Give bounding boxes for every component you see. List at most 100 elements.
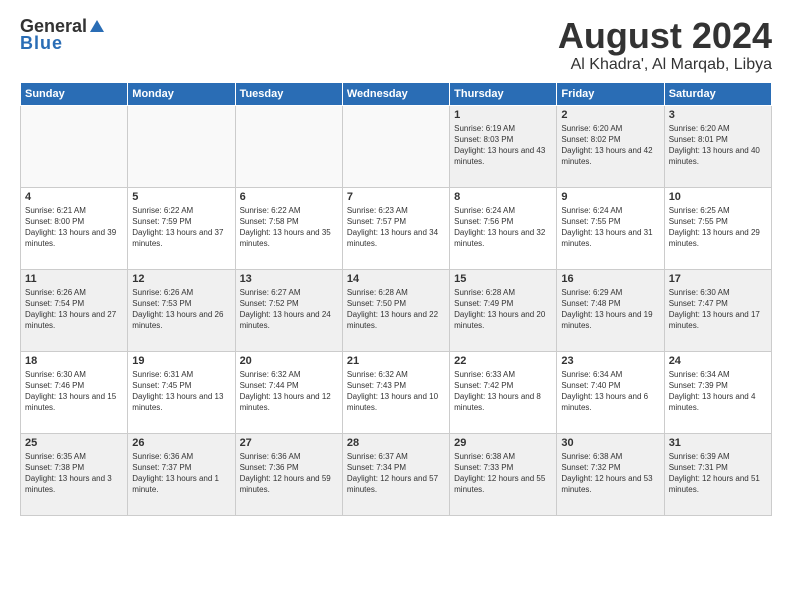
day-info: Sunrise: 6:30 AMSunset: 7:46 PMDaylight:… <box>25 369 123 414</box>
day-number: 17 <box>669 273 767 285</box>
day-number: 24 <box>669 355 767 367</box>
day-info: Sunrise: 6:39 AMSunset: 7:31 PMDaylight:… <box>669 451 767 496</box>
day-number: 16 <box>561 273 659 285</box>
day-info: Sunrise: 6:24 AMSunset: 7:55 PMDaylight:… <box>561 205 659 250</box>
calendar-cell: 4 Sunrise: 6:21 AMSunset: 8:00 PMDaylight… <box>21 187 128 269</box>
day-number: 23 <box>561 355 659 367</box>
calendar-cell: 8 Sunrise: 6:24 AMSunset: 7:56 PMDaylight… <box>450 187 557 269</box>
calendar-cell: 14 Sunrise: 6:28 AMSunset: 7:50 PMDayligh… <box>342 269 449 351</box>
col-friday: Friday <box>557 82 664 105</box>
calendar-cell: 16 Sunrise: 6:29 AMSunset: 7:48 PMDayligh… <box>557 269 664 351</box>
day-number: 28 <box>347 437 445 449</box>
day-number: 29 <box>454 437 552 449</box>
day-number: 10 <box>669 191 767 203</box>
day-number: 26 <box>132 437 230 449</box>
day-number: 1 <box>454 109 552 121</box>
day-info: Sunrise: 6:20 AMSunset: 8:01 PMDaylight:… <box>669 123 767 168</box>
day-info: Sunrise: 6:20 AMSunset: 8:02 PMDaylight:… <box>561 123 659 168</box>
day-number: 18 <box>25 355 123 367</box>
month-title: August 2024 <box>558 16 772 56</box>
day-number: 4 <box>25 191 123 203</box>
calendar-cell: 21 Sunrise: 6:32 AMSunset: 7:43 PMDayligh… <box>342 351 449 433</box>
calendar-week-row-2: 11 Sunrise: 6:26 AMSunset: 7:54 PMDayligh… <box>21 269 772 351</box>
calendar-cell: 30 Sunrise: 6:38 AMSunset: 7:32 PMDayligh… <box>557 433 664 515</box>
day-number: 2 <box>561 109 659 121</box>
calendar-cell: 13Sunrise: 6:27 AMSunset: 7:52 PMDayligh… <box>235 269 342 351</box>
day-info: Sunrise: 6:38 AMSunset: 7:32 PMDaylight:… <box>561 451 659 496</box>
calendar-week-row-4: 25 Sunrise: 6:35 AMSunset: 7:38 PMDayligh… <box>21 433 772 515</box>
col-thursday: Thursday <box>450 82 557 105</box>
location-title: Al Khadra', Al Marqab, Libya <box>558 56 772 74</box>
calendar-week-row-0: 1 Sunrise: 6:19 AMSunset: 8:03 PMDaylight… <box>21 105 772 187</box>
day-number: 11 <box>25 273 123 285</box>
calendar-week-row-3: 18 Sunrise: 6:30 AMSunset: 7:46 PMDayligh… <box>21 351 772 433</box>
day-info: Sunrise: 6:22 AMSunset: 7:58 PMDaylight:… <box>240 205 338 250</box>
calendar-header-row: Sunday Monday Tuesday Wednesday Thursday… <box>21 82 772 105</box>
day-number: 6 <box>240 191 338 203</box>
logo: General Blue <box>20 16 107 54</box>
calendar-cell: 25 Sunrise: 6:35 AMSunset: 7:38 PMDayligh… <box>21 433 128 515</box>
calendar-cell: 29 Sunrise: 6:38 AMSunset: 7:33 PMDayligh… <box>450 433 557 515</box>
day-number: 22 <box>454 355 552 367</box>
calendar-cell: 7Sunrise: 6:23 AMSunset: 7:57 PMDaylight… <box>342 187 449 269</box>
day-info: Sunrise: 6:21 AMSunset: 8:00 PMDaylight:… <box>25 205 123 250</box>
day-info: Sunrise: 6:28 AMSunset: 7:50 PMDaylight:… <box>347 287 445 332</box>
title-block: August 2024 Al Khadra', Al Marqab, Libya <box>558 16 772 74</box>
calendar-cell: 28Sunrise: 6:37 AMSunset: 7:34 PMDayligh… <box>342 433 449 515</box>
calendar-cell: 6 Sunrise: 6:22 AMSunset: 7:58 PMDaylight… <box>235 187 342 269</box>
day-number: 7 <box>347 191 445 203</box>
day-number: 14 <box>347 273 445 285</box>
calendar-cell: 17 Sunrise: 6:30 AMSunset: 7:47 PMDayligh… <box>664 269 771 351</box>
day-info: Sunrise: 6:29 AMSunset: 7:48 PMDaylight:… <box>561 287 659 332</box>
day-number: 5 <box>132 191 230 203</box>
calendar-cell: 23 Sunrise: 6:34 AMSunset: 7:40 PMDayligh… <box>557 351 664 433</box>
day-number: 25 <box>25 437 123 449</box>
day-number: 13 <box>240 273 338 285</box>
calendar-cell: 18 Sunrise: 6:30 AMSunset: 7:46 PMDayligh… <box>21 351 128 433</box>
calendar-cell: 31Sunrise: 6:39 AMSunset: 7:31 PMDayligh… <box>664 433 771 515</box>
calendar-cell <box>128 105 235 187</box>
logo-icon <box>88 18 106 36</box>
day-number: 20 <box>240 355 338 367</box>
calendar-cell: 12Sunrise: 6:26 AMSunset: 7:53 PMDayligh… <box>128 269 235 351</box>
day-info: Sunrise: 6:36 AMSunset: 7:36 PMDaylight:… <box>240 451 338 496</box>
day-info: Sunrise: 6:34 AMSunset: 7:39 PMDaylight:… <box>669 369 767 414</box>
day-info: Sunrise: 6:28 AMSunset: 7:49 PMDaylight:… <box>454 287 552 332</box>
day-info: Sunrise: 6:34 AMSunset: 7:40 PMDaylight:… <box>561 369 659 414</box>
calendar-cell: 22 Sunrise: 6:33 AMSunset: 7:42 PMDayligh… <box>450 351 557 433</box>
day-number: 9 <box>561 191 659 203</box>
day-number: 3 <box>669 109 767 121</box>
day-info: Sunrise: 6:32 AMSunset: 7:44 PMDaylight:… <box>240 369 338 414</box>
col-tuesday: Tuesday <box>235 82 342 105</box>
day-info: Sunrise: 6:25 AMSunset: 7:55 PMDaylight:… <box>669 205 767 250</box>
day-number: 30 <box>561 437 659 449</box>
day-number: 19 <box>132 355 230 367</box>
header: General Blue August 2024 Al Khadra', Al … <box>20 16 772 74</box>
calendar-cell: 15Sunrise: 6:28 AMSunset: 7:49 PMDayligh… <box>450 269 557 351</box>
day-number: 27 <box>240 437 338 449</box>
day-info: Sunrise: 6:32 AMSunset: 7:43 PMDaylight:… <box>347 369 445 414</box>
day-info: Sunrise: 6:31 AMSunset: 7:45 PMDaylight:… <box>132 369 230 414</box>
day-number: 21 <box>347 355 445 367</box>
calendar-table: Sunday Monday Tuesday Wednesday Thursday… <box>20 82 772 516</box>
day-info: Sunrise: 6:33 AMSunset: 7:42 PMDaylight:… <box>454 369 552 414</box>
calendar-cell: 11 Sunrise: 6:26 AMSunset: 7:54 PMDayligh… <box>21 269 128 351</box>
calendar-week-row-1: 4 Sunrise: 6:21 AMSunset: 8:00 PMDaylight… <box>21 187 772 269</box>
calendar-cell: 1 Sunrise: 6:19 AMSunset: 8:03 PMDaylight… <box>450 105 557 187</box>
calendar-cell: 5Sunrise: 6:22 AMSunset: 7:59 PMDaylight… <box>128 187 235 269</box>
col-sunday: Sunday <box>21 82 128 105</box>
day-number: 8 <box>454 191 552 203</box>
calendar-cell: 2 Sunrise: 6:20 AMSunset: 8:02 PMDaylight… <box>557 105 664 187</box>
day-info: Sunrise: 6:38 AMSunset: 7:33 PMDaylight:… <box>454 451 552 496</box>
calendar-cell: 19 Sunrise: 6:31 AMSunset: 7:45 PMDayligh… <box>128 351 235 433</box>
day-info: Sunrise: 6:26 AMSunset: 7:54 PMDaylight:… <box>25 287 123 332</box>
page: General Blue August 2024 Al Khadra', Al … <box>0 0 792 612</box>
calendar-cell <box>21 105 128 187</box>
day-info: Sunrise: 6:35 AMSunset: 7:38 PMDaylight:… <box>25 451 123 496</box>
day-info: Sunrise: 6:30 AMSunset: 7:47 PMDaylight:… <box>669 287 767 332</box>
calendar-cell: 9 Sunrise: 6:24 AMSunset: 7:55 PMDaylight… <box>557 187 664 269</box>
day-info: Sunrise: 6:19 AMSunset: 8:03 PMDaylight:… <box>454 123 552 168</box>
day-info: Sunrise: 6:24 AMSunset: 7:56 PMDaylight:… <box>454 205 552 250</box>
calendar-cell <box>342 105 449 187</box>
day-info: Sunrise: 6:36 AMSunset: 7:37 PMDaylight:… <box>132 451 230 496</box>
